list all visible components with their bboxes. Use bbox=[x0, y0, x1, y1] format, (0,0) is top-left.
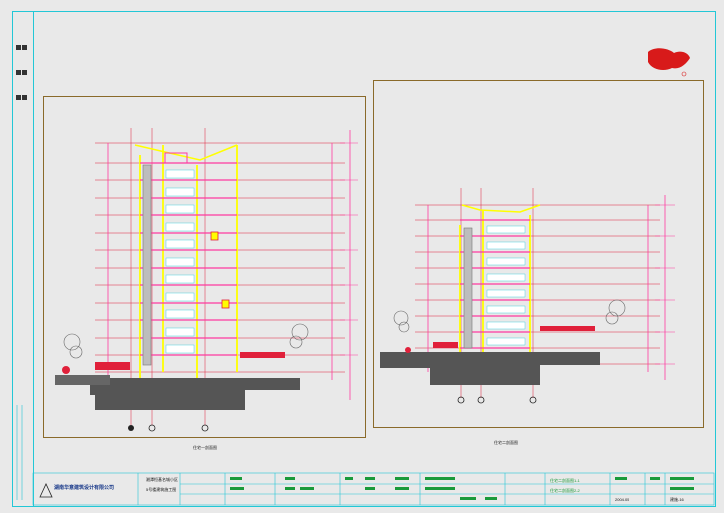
project-name: 湘潭恒基名城小区 bbox=[146, 477, 178, 482]
project-subtitle: 5号楼建筑施工图 bbox=[146, 487, 177, 492]
left-section-drawing bbox=[55, 128, 358, 425]
sheet-number: 建施-16 bbox=[670, 497, 684, 502]
left-axis-bubbles bbox=[128, 424, 209, 432]
drawing-title-2: 住宅二剖面图2-2 bbox=[550, 488, 580, 493]
right-view-caption: 住宅二剖面图 bbox=[494, 440, 518, 445]
company-logo-icon bbox=[648, 48, 690, 77]
company-name: 湖南华意建筑设计有限公司 bbox=[54, 485, 115, 491]
company-triangle-icon bbox=[39, 483, 53, 498]
left-view-caption: 住宅一剖面图 bbox=[193, 445, 217, 450]
drawing-date: 2004.05 bbox=[615, 497, 630, 502]
right-axis-bubbles bbox=[457, 396, 537, 404]
right-section-drawing bbox=[380, 188, 675, 398]
drawing-title-1: 住宅二剖面图1-1 bbox=[550, 478, 580, 483]
binding-marks bbox=[16, 45, 27, 100]
cad-drawing-canvas[interactable] bbox=[0, 0, 724, 513]
binding-lines bbox=[16, 405, 23, 500]
